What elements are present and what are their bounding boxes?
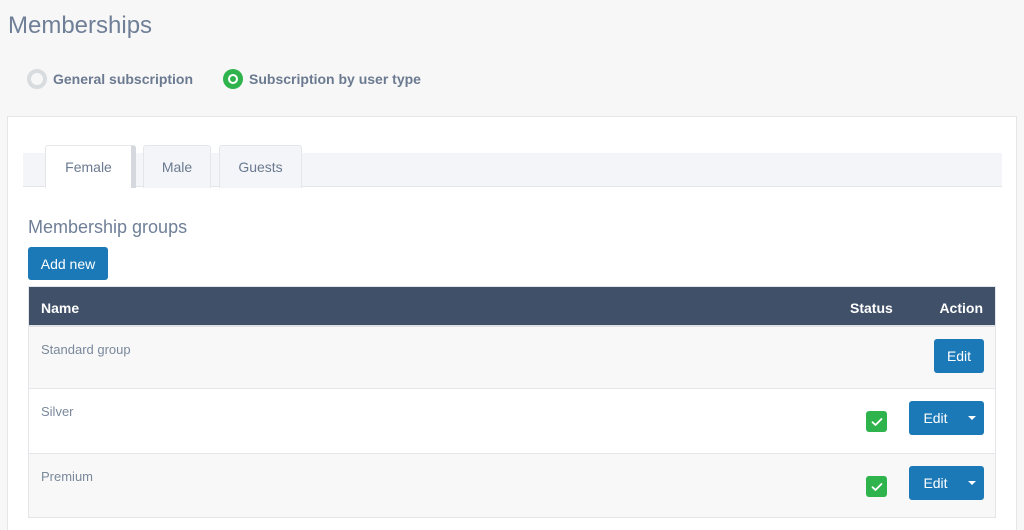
edit-button[interactable]: Edit: [934, 339, 984, 373]
tab-guests[interactable]: Guests: [219, 145, 302, 188]
edit-split-button: Edit: [909, 466, 984, 500]
membership-groups-table: Name Status Action Standard group Edit S…: [28, 286, 996, 518]
radio-general-subscription[interactable]: General subscription: [27, 69, 193, 89]
page-title: Memberships: [8, 12, 153, 39]
caret-down-icon: [968, 481, 976, 485]
radio-checked-icon[interactable]: [223, 69, 244, 89]
edit-button[interactable]: Edit: [909, 401, 960, 435]
tab-female[interactable]: Female: [45, 145, 136, 188]
subscription-mode-radio-group: General subscription Subscription by use…: [27, 69, 451, 89]
group-name: Silver: [41, 404, 74, 419]
caret-down-icon: [968, 416, 976, 420]
table-row: Standard group Edit: [29, 327, 995, 389]
radio-unchecked-icon[interactable]: [27, 69, 47, 89]
radio-subscription-by-user-type[interactable]: Subscription by user type: [223, 69, 421, 89]
table-row: Premium Edit: [29, 454, 995, 517]
column-header-status: Status: [850, 300, 893, 316]
column-header-name: Name: [41, 300, 80, 316]
checkbox-checked-icon[interactable]: [866, 476, 887, 497]
section-title: Membership groups: [28, 217, 188, 237]
edit-split-button: Edit: [909, 401, 984, 435]
column-header-action: Action: [939, 300, 983, 316]
table-header: Name Status Action: [29, 287, 995, 327]
user-type-tabs: Female Male Guests: [23, 145, 1002, 188]
checkbox-checked-icon[interactable]: [866, 411, 887, 432]
tab-male[interactable]: Male: [143, 145, 211, 188]
table-row: Silver Edit: [29, 389, 995, 454]
group-name: Premium: [41, 469, 94, 484]
group-name: Standard group: [41, 342, 131, 357]
edit-button[interactable]: Edit: [909, 466, 960, 500]
edit-dropdown-toggle[interactable]: [960, 401, 984, 435]
edit-dropdown-toggle[interactable]: [960, 466, 984, 500]
memberships-panel: Female Male Guests Membership groups Add…: [7, 116, 1017, 530]
add-new-button[interactable]: Add new: [28, 247, 108, 280]
radio-label: General subscription: [53, 71, 194, 87]
radio-label: Subscription by user type: [249, 71, 421, 87]
